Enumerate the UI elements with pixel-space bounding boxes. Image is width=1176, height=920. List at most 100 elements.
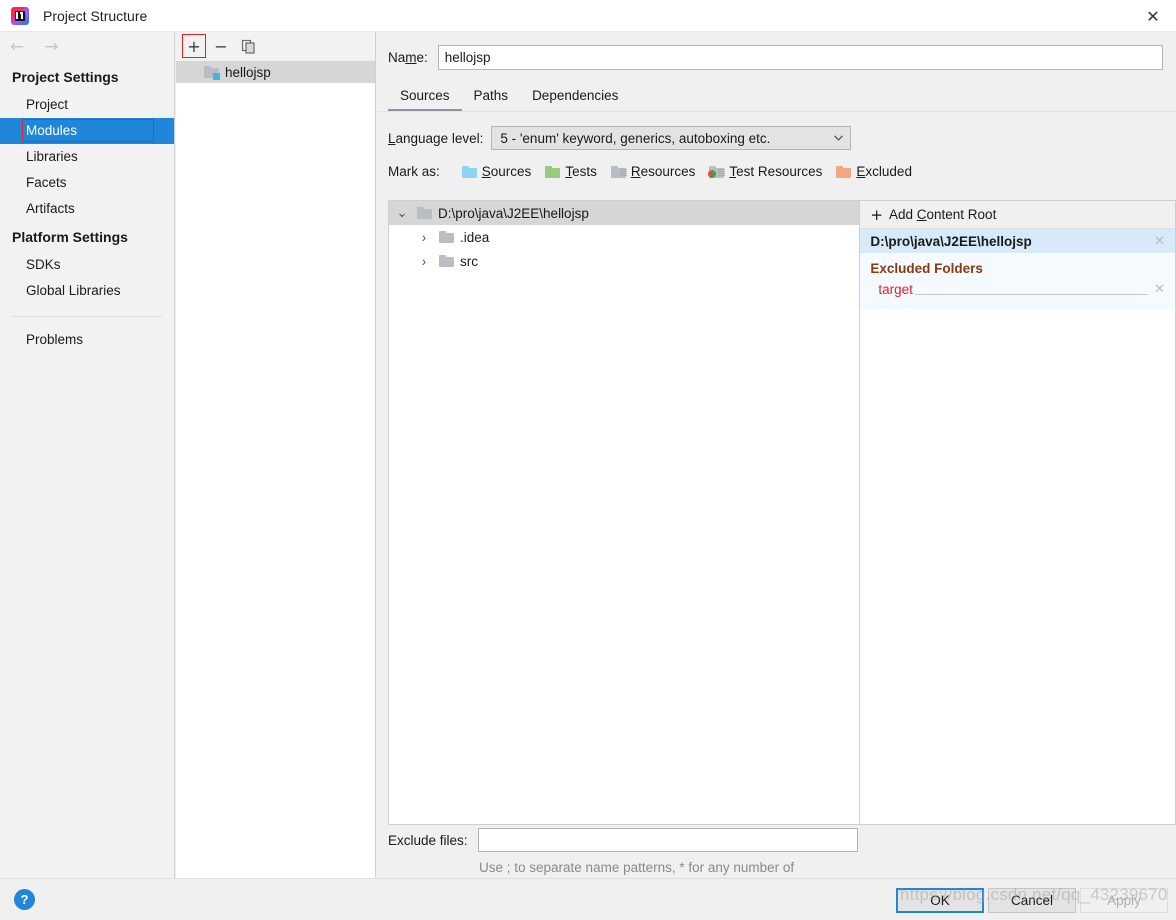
- excluded-folders-title: Excluded Folders: [870, 261, 983, 276]
- tab-sources[interactable]: Sources: [388, 83, 462, 111]
- mark-as-excluded-label: Excluded: [856, 164, 912, 179]
- module-name-input[interactable]: hellojsp: [437, 45, 1163, 70]
- tree-row-idea[interactable]: › .idea: [389, 225, 859, 249]
- cancel-button[interactable]: Cancel: [988, 888, 1076, 913]
- sidebar-item-label: Artifacts: [26, 201, 75, 216]
- content-root-path: D:\pro\java\J2EE\hellojsp: [870, 233, 1032, 249]
- content-root-tree[interactable]: ⌄ D:\pro\java\J2EE\hellojsp › .idea › sr…: [388, 200, 861, 825]
- tree-row-label: .idea: [460, 229, 490, 245]
- excluded-folders-section: Excluded Folders target ✕: [860, 253, 1175, 309]
- module-list-item-hellojsp[interactable]: hellojsp: [176, 61, 375, 83]
- mark-as-resources-button[interactable]: Resources: [610, 164, 696, 179]
- language-level-value: 5 - 'enum' keyword, generics, autoboxing…: [500, 130, 771, 146]
- sidebar-item-project[interactable]: Project: [0, 92, 174, 118]
- tests-folder-icon: [545, 165, 561, 178]
- window-titlebar: Project Structure ✕: [0, 0, 1176, 32]
- exclude-files-label: Exclude files:: [388, 832, 468, 848]
- sidebar-navigation: ← →: [0, 32, 174, 62]
- chevron-down-icon: [834, 135, 844, 141]
- module-editor-pane: Name: hellojsp Sources Paths Dependencie…: [377, 32, 1176, 894]
- mark-as-resources-label: Resources: [630, 164, 696, 179]
- tree-row-content-root[interactable]: ⌄ D:\pro\java\J2EE\hellojsp: [389, 201, 860, 225]
- folder-icon: [439, 255, 454, 267]
- sidebar-divider: [12, 316, 162, 317]
- tab-paths[interactable]: Paths: [462, 83, 521, 111]
- copy-icon: [241, 39, 255, 54]
- folder-icon: [417, 207, 432, 219]
- window-title: Project Structure: [43, 7, 148, 24]
- chevron-down-icon[interactable]: ⌄: [393, 205, 411, 221]
- remove-content-root-icon[interactable]: ✕: [1154, 234, 1165, 249]
- sidebar-item-facets[interactable]: Facets: [0, 170, 174, 196]
- mark-as-tests-button[interactable]: Tests: [545, 164, 597, 179]
- dialog-footer: ? OK Cancel Apply: [0, 878, 1176, 920]
- tab-dependencies[interactable]: Dependencies: [520, 83, 630, 111]
- module-folder-icon: [204, 66, 220, 80]
- content-root-entry[interactable]: D:\pro\java\J2EE\hellojsp ✕: [860, 229, 1175, 253]
- back-arrow-icon[interactable]: ←: [10, 38, 24, 56]
- sidebar-item-libraries[interactable]: Libraries: [0, 144, 174, 170]
- module-list-panel: + − hellojsp: [176, 32, 376, 878]
- language-level-select[interactable]: 5 - 'enum' keyword, generics, autoboxing…: [491, 126, 852, 150]
- sidebar-item-artifacts[interactable]: Artifacts: [0, 196, 174, 222]
- intellij-idea-logo-icon: [11, 6, 29, 25]
- sidebar-item-label: Global Libraries: [26, 283, 121, 298]
- ok-button[interactable]: OK: [896, 888, 984, 913]
- module-list-item-label: hellojsp: [225, 64, 271, 80]
- add-content-root-label: Add Content Root: [888, 207, 997, 222]
- chevron-right-icon[interactable]: ›: [415, 254, 433, 269]
- mark-as-test-resources-label: Test Resources: [729, 164, 823, 179]
- sidebar-item-global-libraries[interactable]: Global Libraries: [0, 278, 174, 304]
- sources-folder-icon: [461, 165, 477, 178]
- sidebar-item-label: Modules: [26, 123, 78, 138]
- tree-row-label: src: [460, 253, 478, 269]
- module-name-row: Name: hellojsp: [377, 32, 1176, 70]
- remove-excluded-folder-icon[interactable]: ✕: [1154, 282, 1165, 297]
- sidebar-group-project-settings: Project Settings: [12, 69, 119, 85]
- forward-arrow-icon[interactable]: →: [44, 38, 58, 56]
- excluded-folder-name-wrap: target: [878, 281, 1154, 297]
- remove-module-button[interactable]: −: [209, 34, 233, 58]
- copy-module-button[interactable]: [236, 34, 260, 58]
- excluded-folder-row-target[interactable]: target ✕: [860, 279, 1175, 299]
- exclude-files-row: Exclude files:: [388, 828, 1176, 852]
- sidebar-item-label: Project: [26, 97, 69, 112]
- module-list-toolbar: + −: [176, 32, 375, 61]
- module-name-label: Name:: [388, 50, 428, 65]
- sidebar-item-sdks[interactable]: SDKs: [0, 252, 174, 278]
- help-button[interactable]: ?: [14, 889, 35, 910]
- apply-button: Apply: [1080, 888, 1168, 913]
- module-tabs: Sources Paths Dependencies: [377, 83, 1176, 112]
- chevron-right-icon[interactable]: ›: [415, 230, 433, 245]
- mark-as-tests-label: Tests: [565, 164, 597, 179]
- dialog-button-row: OK Cancel Apply: [896, 888, 1168, 913]
- add-module-button[interactable]: +: [182, 34, 206, 58]
- tree-row-src[interactable]: › src: [389, 249, 859, 273]
- sidebar-item-modules[interactable]: Modules: [0, 118, 174, 144]
- excluded-folder-icon: [836, 165, 852, 178]
- mark-as-sources-button[interactable]: Sources: [461, 164, 532, 179]
- sources-content-area: ⌄ D:\pro\java\J2EE\hellojsp › .idea › sr…: [388, 200, 1176, 825]
- mark-as-sources-label: Sources: [481, 164, 532, 179]
- add-content-root-button[interactable]: + Add Content Root: [860, 201, 1175, 229]
- resources-folder-icon: [610, 165, 627, 178]
- language-level-row: Language level: 5 - 'enum' keyword, gene…: [377, 112, 1176, 150]
- sidebar-item-label: Facets: [26, 175, 67, 190]
- project-structure-dialog: Project Structure ✕ ← → Project Settings…: [0, 0, 1176, 920]
- test-resources-folder-icon: [708, 165, 726, 178]
- mark-as-test-resources-button[interactable]: Test Resources: [708, 164, 823, 179]
- exclude-files-input[interactable]: [477, 828, 858, 852]
- mark-as-row: Mark as: Sources Tests Resources Test Re…: [377, 150, 1176, 179]
- mark-as-label: Mark as:: [388, 164, 440, 179]
- sidebar-item-label: SDKs: [26, 257, 61, 272]
- close-icon[interactable]: ✕: [1130, 0, 1176, 32]
- sidebar-item-label: Libraries: [26, 149, 78, 164]
- folder-icon: [439, 231, 454, 243]
- sidebar-item-label: Problems: [26, 332, 84, 347]
- excluded-folder-name: target: [878, 281, 915, 297]
- sidebar-group-platform-settings: Platform Settings: [12, 229, 128, 245]
- plus-icon: +: [870, 205, 883, 224]
- mark-as-excluded-button[interactable]: Excluded: [836, 164, 912, 179]
- sidebar-item-problems[interactable]: Problems: [0, 327, 174, 353]
- tree-row-label: D:\pro\java\J2EE\hellojsp: [438, 205, 589, 221]
